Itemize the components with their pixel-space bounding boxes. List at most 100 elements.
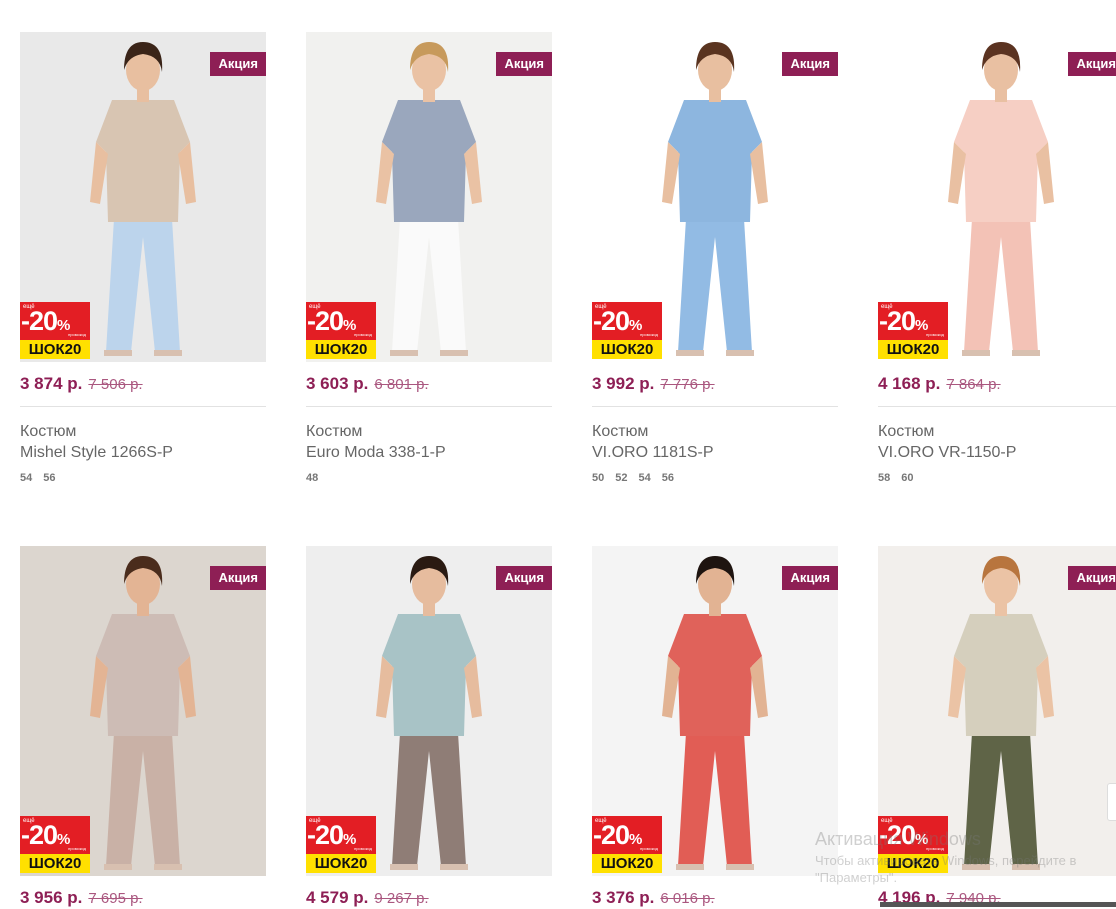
product-name[interactable]: Euro Moda 338-1-P: [306, 443, 446, 463]
current-price[interactable]: 3 874 р.: [20, 374, 82, 393]
promo-code: ШОК20: [592, 340, 662, 359]
old-price: 7 506 р.: [88, 376, 143, 393]
price-row: 4 579 р. 9 267 р.: [306, 888, 429, 909]
size-option[interactable]: 50: [592, 472, 604, 484]
discount-percent: -20%: [21, 820, 70, 855]
promo-badge: Акция: [495, 52, 552, 76]
discount-percent: -20%: [307, 820, 356, 855]
product-photo[interactable]: Акция ещё -20% промокод ШОК20: [878, 32, 1116, 362]
current-price[interactable]: 3 603 р.: [306, 374, 368, 393]
product-name[interactable]: Mishel Style 1266S-P: [20, 443, 173, 463]
old-price: 7 695 р.: [88, 890, 143, 907]
discount-percent-value: -20: [879, 306, 916, 336]
discount-percent-block: ещё -20% промокод: [878, 302, 948, 340]
discount-sticker: ещё -20% промокод ШОК20: [592, 302, 662, 359]
size-option[interactable]: 54: [639, 472, 651, 484]
product-type[interactable]: Костюм: [878, 422, 934, 442]
price-row: 3 874 р. 7 506 р.: [20, 374, 143, 395]
product-photo[interactable]: Акция ещё -20% промокод ШОК20: [20, 32, 266, 362]
promo-badge: Акция: [209, 566, 266, 590]
discount-percent-value: -20: [21, 306, 58, 336]
size-option[interactable]: 48: [306, 472, 318, 484]
product-type[interactable]: Костюм: [592, 422, 648, 442]
price-row: 3 992 р. 7 776 р.: [592, 374, 715, 395]
discount-sticker: ещё -20% промокод ШОК20: [878, 302, 948, 359]
product-photo[interactable]: Акция ещё -20% промокод ШОК20: [592, 32, 838, 362]
promo-code-label: промокод: [640, 332, 658, 337]
promo-badge: Акция: [1067, 52, 1116, 76]
card-divider: [20, 406, 266, 407]
old-price: 7 864 р.: [946, 376, 1001, 393]
side-widget-tab[interactable]: [1107, 783, 1116, 821]
size-list: 58 60: [878, 472, 925, 484]
promo-code-label: промокод: [354, 332, 372, 337]
size-option[interactable]: 56: [662, 472, 674, 484]
price-row: 3 603 р. 6 801 р.: [306, 374, 429, 395]
promo-code: ШОК20: [592, 854, 662, 873]
size-option[interactable]: 52: [615, 472, 627, 484]
product-grid: Акция ещё -20% промокод ШОК20 3 874 р. 7 506 р…: [0, 0, 1116, 907]
product-type[interactable]: Костюм: [20, 422, 76, 442]
promo-code: ШОК20: [306, 854, 376, 873]
discount-percent-block: ещё -20% промокод: [592, 816, 662, 854]
current-price[interactable]: 3 956 р.: [20, 888, 82, 907]
promo-badge: Акция: [209, 52, 266, 76]
discount-percent-value: -20: [307, 306, 344, 336]
discount-sticker: ещё -20% промокод ШОК20: [20, 816, 90, 873]
card-divider: [306, 406, 552, 407]
product-type[interactable]: Костюм: [306, 422, 362, 442]
current-price[interactable]: 3 376 р.: [592, 888, 654, 907]
discount-sticker: ещё -20% промокод ШОК20: [20, 302, 90, 359]
product-photo[interactable]: Акция ещё -20% промокод ШОК20: [592, 546, 838, 876]
discount-sticker: ещё -20% промокод ШОК20: [592, 816, 662, 873]
current-price[interactable]: 4 168 р.: [878, 374, 940, 393]
product-name[interactable]: VI.ORO VR-1150-P: [878, 443, 1016, 463]
windows-activation-line: Чтобы активировать Windows, перейдите в: [815, 853, 1077, 868]
current-price[interactable]: 4 579 р.: [306, 888, 368, 907]
product-name[interactable]: VI.ORO 1181S-P: [592, 443, 714, 463]
discount-sticker: ещё -20% промокод ШОК20: [306, 302, 376, 359]
promo-code: ШОК20: [20, 340, 90, 359]
product-photo[interactable]: Акция ещё -20% промокод ШОК20: [20, 546, 266, 876]
size-list: 54 56: [20, 472, 67, 484]
card-divider: [878, 406, 1116, 407]
product-photo[interactable]: Акция ещё -20% промокод ШОК20: [306, 32, 552, 362]
promo-badge: Акция: [781, 566, 838, 590]
promo-code-label: промокод: [354, 846, 372, 851]
discount-percent: -20%: [21, 306, 70, 341]
discount-percent: -20%: [593, 306, 642, 341]
promo-code: ШОК20: [878, 340, 948, 359]
size-option[interactable]: 56: [43, 472, 55, 484]
discount-percent-value: -20: [593, 820, 630, 850]
price-row: 4 168 р. 7 864 р.: [878, 374, 1001, 395]
size-list: 48: [306, 472, 329, 484]
product-photo[interactable]: Акция ещё -20% промокод ШОК20: [878, 546, 1116, 876]
size-list: 50 52 54 56: [592, 472, 685, 484]
windows-activation-text: Чтобы активировать Windows, перейдите в …: [815, 852, 1076, 886]
promo-code: ШОК20: [20, 854, 90, 873]
price-row: 3 376 р. 6 016 р.: [592, 888, 715, 909]
promo-badge: Акция: [495, 566, 552, 590]
promo-code-label: промокод: [68, 846, 86, 851]
size-option[interactable]: 54: [20, 472, 32, 484]
size-option[interactable]: 58: [878, 472, 890, 484]
card-divider: [592, 406, 838, 407]
discount-percent-value: -20: [593, 306, 630, 336]
discount-sticker: ещё -20% промокод ШОК20: [306, 816, 376, 873]
discount-percent-block: ещё -20% промокод: [306, 816, 376, 854]
bottom-dark-bar: [880, 902, 1116, 907]
size-option[interactable]: 60: [901, 472, 913, 484]
discount-percent: -20%: [593, 820, 642, 855]
price-row: 3 956 р. 7 695 р.: [20, 888, 143, 909]
current-price[interactable]: 3 992 р.: [592, 374, 654, 393]
old-price: 7 776 р.: [660, 376, 715, 393]
discount-percent-block: ещё -20% промокод: [20, 302, 90, 340]
windows-activation-title: Активация Windows: [815, 829, 981, 849]
promo-badge: Акция: [781, 52, 838, 76]
promo-code-label: промокод: [926, 332, 944, 337]
product-photo[interactable]: Акция ещё -20% промокод ШОК20: [306, 546, 552, 876]
promo-badge: Акция: [1067, 566, 1116, 590]
discount-percent: -20%: [307, 306, 356, 341]
old-price: 6 801 р.: [374, 376, 429, 393]
promo-code-label: промокод: [640, 846, 658, 851]
